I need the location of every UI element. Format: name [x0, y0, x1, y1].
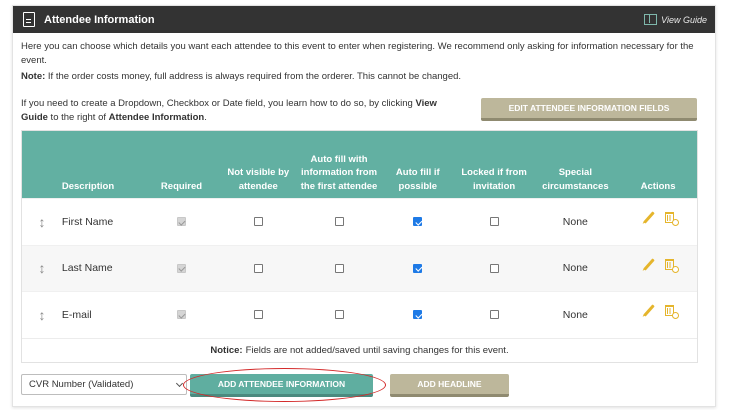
notice-label: Notice:: [210, 344, 243, 356]
col-special: Special circumstances: [542, 167, 609, 192]
required-cell: [146, 199, 218, 245]
view-guide-label: View Guide: [661, 14, 707, 25]
col-description: Description: [61, 180, 115, 192]
autofill-possible-checkbox[interactable]: [413, 310, 423, 320]
col-autofill-first: Auto fill with information from the firs…: [300, 153, 378, 192]
drag-handle-icon[interactable]: ↕: [38, 308, 45, 322]
attendee-fields-table: Description Required Not visible by atte…: [21, 130, 698, 363]
locked-cell: [457, 246, 532, 292]
edit-attendee-fields-button[interactable]: EDIT ATTENDEE INFORMATION FIELDS: [481, 98, 697, 121]
autofill-first-cell: [299, 199, 379, 245]
note-text: Note: If the order costs money, full add…: [21, 70, 701, 84]
clock-badge-icon: [672, 312, 680, 320]
not-visible-checkbox[interactable]: [253, 217, 263, 227]
table-header: Description Required Not visible by atte…: [22, 131, 697, 198]
col-locked: Locked if from invitation: [461, 167, 527, 192]
add-headline-button[interactable]: ADD HEADLINE: [390, 374, 509, 397]
not-visible-checkbox[interactable]: [253, 310, 263, 320]
autofill-possible-cell: [379, 199, 457, 245]
drag-cell: ↕: [22, 199, 62, 245]
table-row: ↕ Last Name None: [22, 244, 697, 292]
clock-badge-icon: [672, 265, 680, 273]
autofill-possible-checkbox[interactable]: [413, 217, 423, 227]
not-visible-cell: [217, 199, 299, 245]
intro-text: Here you can choose which details you wa…: [21, 41, 694, 66]
field-type-select[interactable]: CVR Number (Validated): [21, 374, 187, 395]
actions-cell: [619, 292, 697, 338]
not-visible-checkbox[interactable]: [253, 263, 263, 273]
autofill-first-cell: [299, 246, 379, 292]
locked-checkbox[interactable]: [489, 217, 499, 227]
locked-cell: [457, 199, 532, 245]
autofill-possible-cell: [379, 246, 457, 292]
edit-pencil-icon[interactable]: [643, 258, 655, 271]
required-checkbox: [177, 263, 187, 273]
table-row: ↕ E-mail None: [22, 291, 697, 338]
clock-badge-icon: [672, 219, 680, 227]
not-visible-cell: [217, 246, 299, 292]
delete-trash-icon[interactable]: [665, 305, 680, 320]
delete-trash-icon[interactable]: [665, 258, 680, 273]
drag-column-header: [22, 131, 62, 198]
drag-cell: ↕: [22, 292, 62, 338]
edit-pencil-icon[interactable]: [643, 211, 655, 224]
table-body: ↕ First Name None ↕ Last Name None ↕ E-mail None: [22, 198, 697, 338]
create-text-part: to the right of: [47, 112, 109, 123]
actions-cell: [619, 246, 697, 292]
delete-trash-icon[interactable]: [665, 212, 680, 227]
note-body: If the order costs money, full address i…: [45, 71, 462, 82]
document-icon: [23, 12, 35, 27]
required-checkbox: [177, 217, 187, 227]
required-checkbox: [177, 310, 187, 320]
autofill-possible-checkbox[interactable]: [413, 263, 423, 273]
panel-header: Attendee Information View Guide: [13, 6, 715, 33]
drag-handle-icon[interactable]: ↕: [38, 261, 45, 275]
locked-cell: [457, 292, 532, 338]
locked-checkbox[interactable]: [489, 263, 499, 273]
note-label: Note:: [21, 71, 46, 82]
select-value: CVR Number (Validated): [29, 379, 134, 390]
special-cell[interactable]: None: [531, 246, 619, 292]
view-guide-link[interactable]: View Guide: [644, 14, 707, 25]
locked-checkbox[interactable]: [489, 310, 499, 320]
drag-handle-icon[interactable]: ↕: [38, 215, 45, 229]
create-text-part: If you need to create a Dropdown, Checkb…: [21, 98, 416, 109]
actions-cell: [619, 199, 697, 245]
table-row: ↕ First Name None: [22, 198, 697, 245]
description-cell: E-mail: [61, 308, 92, 321]
notice-row: Notice: Fields are not added/saved until …: [22, 337, 697, 362]
special-cell[interactable]: None: [531, 292, 619, 338]
panel-title: Attendee Information: [44, 13, 155, 26]
autofill-first-checkbox[interactable]: [334, 217, 344, 227]
col-autofill-possible: Auto fill if possible: [395, 167, 440, 192]
create-field-instructions: If you need to create a Dropdown, Checkb…: [21, 97, 466, 125]
autofill-first-cell: [299, 292, 379, 338]
autofill-first-checkbox[interactable]: [334, 263, 344, 273]
not-visible-cell: [217, 292, 299, 338]
autofill-first-checkbox[interactable]: [334, 310, 344, 320]
col-not-visible: Not visible by attendee: [227, 167, 290, 192]
description-cell: First Name: [61, 215, 114, 228]
book-icon: [644, 14, 658, 25]
special-cell[interactable]: None: [531, 199, 619, 245]
edit-pencil-icon[interactable]: [643, 304, 655, 317]
col-actions: Actions: [640, 180, 676, 192]
create-text-attendee-info: Attendee Information: [108, 112, 205, 123]
create-text-part: .: [204, 112, 207, 123]
col-required: Required: [160, 180, 203, 192]
required-cell: [146, 292, 218, 338]
autofill-possible-cell: [379, 292, 457, 338]
add-attendee-information-button[interactable]: ADD ATTENDEE INFORMATION: [190, 374, 373, 397]
required-cell: [146, 246, 218, 292]
description-cell: Last Name: [61, 262, 113, 275]
drag-cell: ↕: [22, 246, 62, 292]
notice-text: Fields are not added/saved until saving …: [245, 344, 509, 356]
chevron-down-icon: [175, 379, 184, 388]
